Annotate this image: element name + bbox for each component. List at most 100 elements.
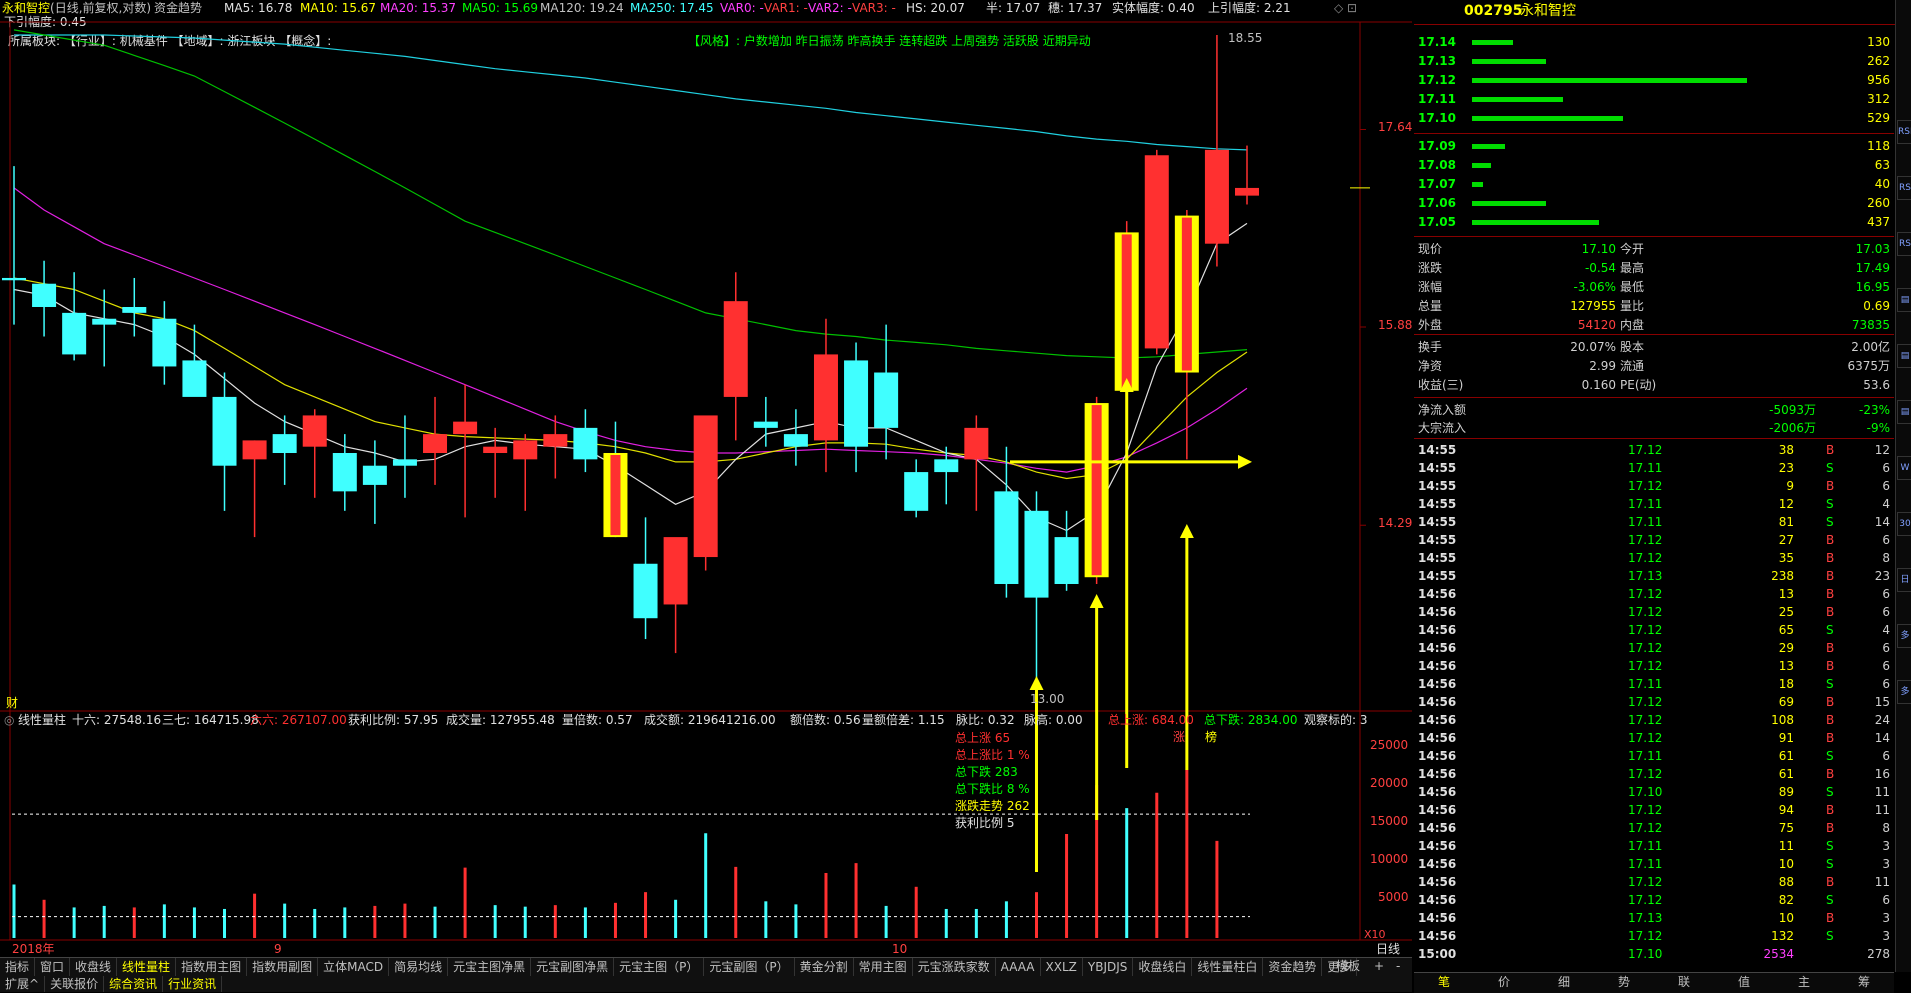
quote-tab-5[interactable]: 值 [1714,973,1774,992]
toolbar-tab-5[interactable]: 指数用副图 [247,958,319,976]
toolbar-tab-0[interactable]: 指标 [0,958,36,976]
tick-row: 14:55 17.12 35 B 8 [1414,549,1894,567]
toolbar-tab-17[interactable]: YBJDJS [1083,958,1134,976]
ask-row[interactable]: 17.14 130 [1414,33,1894,52]
template-button[interactable]: 模板 [1336,959,1360,973]
side-tool-icon[interactable]: ▤ [1897,344,1911,368]
toolbar-tab-11[interactable]: 元宝副图（P） [704,958,795,976]
indicator-toggle-icon[interactable]: ◎ [4,713,14,727]
status-item-2[interactable]: 综合资讯 [104,976,164,992]
side-tool-icon[interactable]: RS [1897,232,1911,256]
toolbar-tab-7[interactable]: 简易均线 [389,958,449,976]
candle [994,446,1019,598]
candle-body [92,318,117,325]
toolbar-tab-12[interactable]: 黄金分割 [795,958,854,976]
vol-ytick: 20000 [1370,776,1409,790]
mai-gao-value: 脉高: 0.00 [1024,713,1083,727]
toolbar-tab-20[interactable]: 资金趋势 [1263,958,1323,976]
tick-time: 14:56 [1418,677,1457,691]
candle [1144,149,1169,355]
toolbar-tab-8[interactable]: 元宝主图净黑 [448,958,532,976]
stat-value: 127955 [1570,299,1616,313]
tick-volume: 11 [1778,839,1794,853]
side-tool-icon[interactable]: 日 [1897,568,1911,592]
tick-time: 14:56 [1418,803,1457,817]
side-tool-icon[interactable]: ▤ [1897,400,1911,424]
toolbar-tab-15[interactable]: AAAA [996,958,1041,976]
side-tool-icon[interactable]: RS [1897,176,1911,200]
bang-mark: 榜 [1205,730,1218,744]
toolbar-tab-9[interactable]: 元宝副图净黑 [531,958,615,976]
toolbar-tab-16[interactable]: XXLZ [1041,958,1083,976]
toolbar-tab-4[interactable]: 指数用主图 [176,958,248,976]
zoom-out-button[interactable]: - [1396,959,1400,973]
quote-tab-2[interactable]: 细 [1534,973,1594,992]
tick-row: 14:56 17.12 132 S 3 [1414,927,1894,945]
toolbar-tab-18[interactable]: 收盘线白 [1133,958,1193,976]
stat-label: 涨幅 [1418,280,1443,294]
candlestick-chart[interactable] [0,0,1412,960]
side-tool-icon[interactable]: 多 [1897,624,1911,648]
ask-row[interactable]: 17.11 312 [1414,90,1894,109]
quote-tab-4[interactable]: 联 [1654,973,1714,992]
bid-price: 17.07 [1418,177,1456,191]
side-tool-icon[interactable]: 多 [1897,680,1911,704]
ma250-line [14,34,1248,151]
bid-row[interactable]: 17.05 437 [1414,213,1894,232]
tick-side: S [1826,785,1834,799]
status-item-0[interactable]: 扩展^ [0,976,46,992]
side-tool-icon[interactable]: 30 [1897,512,1911,536]
zoom-in-button[interactable]: + [1374,959,1384,973]
stat-value: 20.07% [1570,340,1616,354]
candle [242,440,267,538]
quote-tab-6[interactable]: 主 [1774,973,1834,992]
stock-chart-app: 永和智控(日线,前复权,对数) 资金趋势 MA5: 16.78 MA10: 15… [0,0,1911,993]
quote-tab-7[interactable]: 筹 [1834,973,1894,992]
tick-count: 11 [1874,875,1890,889]
tick-price: 17.13 [1628,911,1663,925]
status-item-3[interactable]: 行业资讯 [163,976,223,992]
indicator-title[interactable]: 线性量柱 [18,713,66,727]
ask-row[interactable]: 17.13 262 [1414,52,1894,71]
x-axis-month-9: 9 [274,942,282,956]
tick-side: B [1826,641,1835,655]
tick-volume: 27 [1778,533,1794,547]
tick-time: 14:56 [1418,605,1457,619]
toolbar-tab-10[interactable]: 元宝主图（P） [614,958,705,976]
ask-row[interactable]: 17.12 956 [1414,71,1894,90]
quote-tab-1[interactable]: 价 [1474,973,1534,992]
stat-value: 73835 [1851,318,1890,332]
finance-marker[interactable]: 财 [6,696,18,710]
toolbar-tab-14[interactable]: 元宝涨跌家数 [913,958,996,976]
low-price-label: 13.00 [1030,692,1065,706]
period-label[interactable]: 日线 [1376,942,1400,956]
bid-row[interactable]: 17.08 63 [1414,156,1894,175]
quote-tab-3[interactable]: 势 [1594,973,1654,992]
bid-row[interactable]: 17.06 260 [1414,194,1894,213]
side-tool-icon[interactable]: ▤ [1897,288,1911,312]
toolbar-tab-3[interactable]: 线性量柱 [117,958,177,976]
tick-count: 24 [1874,713,1890,727]
watch-target-value: 观察标的: 3 [1304,713,1368,727]
toolbar-tab-13[interactable]: 常用主图 [854,958,913,976]
tick-side: S [1826,461,1834,475]
tick-time: 14:56 [1418,623,1457,637]
toolbar-tab-2[interactable]: 收盘线 [70,958,118,976]
tick-count: 6 [1882,461,1890,475]
tick-row: 14:56 17.12 94 B 11 [1414,801,1894,819]
bid-volume: 437 [1867,215,1890,229]
toolbar-tab-1[interactable]: 窗口 [35,958,71,976]
bid-row[interactable]: 17.07 40 [1414,175,1894,194]
side-tool-icon[interactable]: RSI [1897,120,1911,144]
ask-volume: 529 [1867,111,1890,125]
toolbar-tab-6[interactable]: 立体MACD [318,958,390,976]
quote-tab-0[interactable]: 笔 [1414,973,1474,992]
side-tool-icon[interactable]: W [1897,456,1911,480]
status-item-1[interactable]: 关联报价 [45,976,105,992]
zoom-label[interactable]: X10 [1364,928,1386,942]
tick-count: 8 [1882,821,1890,835]
bid-row[interactable]: 17.09 118 [1414,137,1894,156]
anno-total-up-ratio: 总上涨比 1 % [955,748,1030,762]
ask-row[interactable]: 17.10 529 [1414,109,1894,128]
toolbar-tab-19[interactable]: 线性量柱白 [1192,958,1264,976]
